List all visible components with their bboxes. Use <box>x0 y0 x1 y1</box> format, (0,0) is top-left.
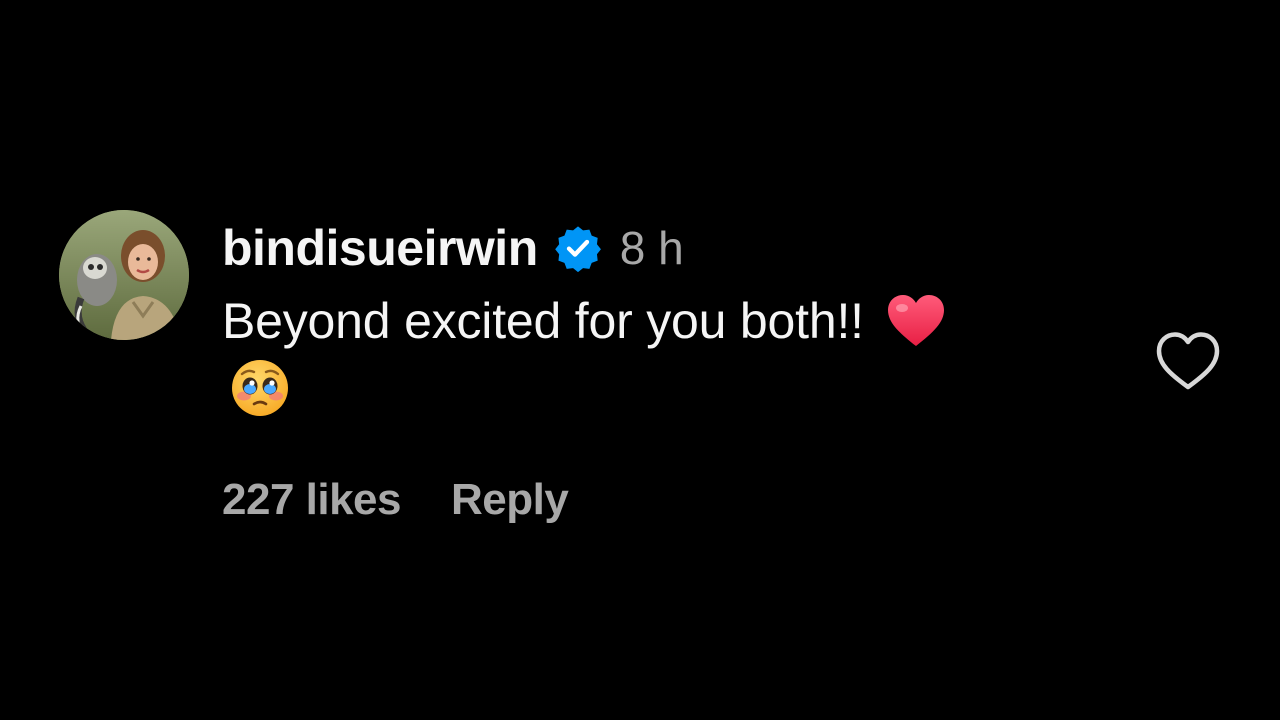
likes-count[interactable]: 227 likes <box>222 475 402 525</box>
username[interactable]: bindisueirwin <box>222 214 538 282</box>
comment-header: bindisueirwin 8 h <box>222 214 1102 282</box>
verified-badge-icon <box>554 226 601 272</box>
avatar[interactable] <box>59 210 189 340</box>
red-heart-emoji <box>887 295 944 346</box>
comment-message: Beyond excited for you both!! <box>222 293 864 349</box>
avatar-photo <box>59 210 189 340</box>
comment-actions: 227 likes Reply <box>222 470 569 530</box>
timestamp: 8 h <box>619 222 684 274</box>
comment-text: Beyond excited for you both!! <box>222 286 1102 418</box>
heart-outline-icon[interactable] <box>1154 330 1222 392</box>
comment-content: bindisueirwin 8 h Beyond excited for you… <box>222 214 1102 418</box>
reply-button[interactable]: Reply <box>451 475 569 525</box>
comment-screen: bindisueirwin 8 h Beyond excited for you… <box>0 0 1280 720</box>
pleading-face-emoji <box>232 360 288 416</box>
